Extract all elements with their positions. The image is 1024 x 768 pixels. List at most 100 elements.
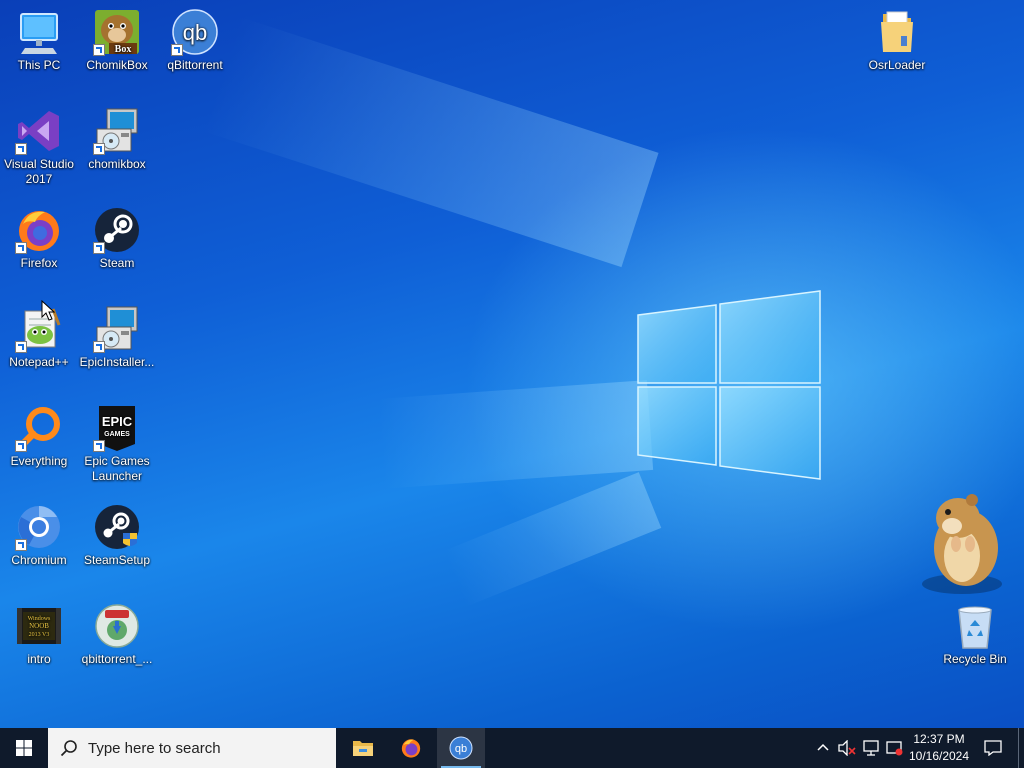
shortcut-arrow-icon bbox=[93, 143, 105, 155]
shortcut-arrow-icon bbox=[93, 440, 105, 452]
desktop-icon-qbittorrent[interactable]: qb qBittorrent bbox=[156, 8, 234, 73]
steam-icon bbox=[93, 206, 141, 254]
speaker-muted-icon bbox=[838, 740, 856, 756]
desktop-icon-chomikbox-installer[interactable]: chomikbox bbox=[78, 107, 156, 172]
firefox-icon bbox=[401, 739, 421, 758]
network-icon bbox=[863, 740, 879, 756]
shortcut-arrow-icon bbox=[93, 341, 105, 353]
shortcut-arrow-icon bbox=[15, 341, 27, 353]
shortcut-arrow-icon bbox=[93, 44, 105, 56]
icon-label: Chromium bbox=[11, 553, 67, 567]
desktop-icon-chomikbox[interactable]: Box ChomikBox bbox=[78, 8, 156, 73]
chevron-up-icon bbox=[817, 743, 829, 751]
svg-text:qb: qb bbox=[455, 743, 467, 755]
icon-label: Epic Games Launcher bbox=[84, 454, 150, 483]
svg-text:qb: qb bbox=[183, 20, 207, 45]
icon-label: This PC bbox=[17, 58, 61, 72]
icon-label: Everything bbox=[10, 454, 68, 468]
taskbar-app-file-explorer[interactable] bbox=[338, 728, 386, 768]
shortcut-arrow-icon bbox=[15, 539, 27, 551]
volume-button[interactable] bbox=[835, 728, 859, 768]
icon-label: Firefox bbox=[20, 256, 58, 270]
visual-studio-icon bbox=[15, 107, 63, 155]
icon-label: qbittorrent_... bbox=[81, 652, 153, 666]
taskbar-app-firefox[interactable] bbox=[387, 728, 435, 768]
icon-label: qBittorrent bbox=[167, 58, 223, 72]
desktop-icon-epic-games-launcher[interactable]: EPIC GAMES Epic Games Launcher bbox=[78, 404, 156, 484]
icon-label: Visual Studio 2017 bbox=[4, 157, 74, 186]
icon-label: intro bbox=[27, 652, 51, 666]
taskbar-app-qbittorrent[interactable]: qb bbox=[437, 728, 485, 768]
show-desktop-button[interactable] bbox=[1018, 728, 1024, 768]
icon-label: Recycle Bin bbox=[943, 652, 1007, 666]
desktop-icon-firefox[interactable]: Firefox bbox=[0, 206, 78, 271]
desktop-background[interactable]: This PC Visual Studio 2017 Firefox Notep… bbox=[0, 0, 1024, 728]
svg-text:Box: Box bbox=[115, 44, 132, 55]
svg-text:NOOB: NOOB bbox=[29, 622, 49, 630]
chromium-icon bbox=[15, 503, 63, 551]
start-button[interactable] bbox=[0, 728, 48, 768]
notepadpp-icon bbox=[15, 305, 63, 353]
desktop-icon-chromium[interactable]: Chromium bbox=[0, 503, 78, 568]
taskbar: Type here to search qb 12:37 PM 10/16/20… bbox=[0, 728, 1024, 768]
shortcut-arrow-icon bbox=[15, 143, 27, 155]
recycle-bin-icon bbox=[951, 602, 999, 650]
desktop-icon-everything[interactable]: Everything bbox=[0, 404, 78, 469]
epic-games-icon: EPIC GAMES bbox=[93, 404, 141, 452]
desktop-icon-this-pc[interactable]: This PC bbox=[0, 8, 78, 73]
icon-label: EpicInstaller... bbox=[79, 355, 155, 369]
firefox-icon bbox=[15, 206, 63, 254]
qbittorrent-icon: qb bbox=[171, 8, 219, 56]
desktop-icon-steam[interactable]: Steam bbox=[78, 206, 156, 271]
qbittorrent-icon: qb bbox=[449, 736, 473, 760]
desktop-icon-recycle-bin[interactable]: Recycle Bin bbox=[936, 602, 1014, 667]
everything-search-icon bbox=[15, 404, 63, 452]
search-icon bbox=[60, 740, 77, 757]
icon-label: ChomikBox bbox=[86, 58, 148, 72]
monitor-icon bbox=[15, 8, 63, 56]
notification-icon bbox=[984, 740, 1002, 756]
show-hidden-icons-button[interactable] bbox=[812, 728, 834, 768]
icon-label: chomikbox bbox=[88, 157, 146, 171]
notification-center-button[interactable] bbox=[978, 728, 1008, 768]
steam-setup-icon bbox=[93, 503, 141, 551]
taskbar-clock[interactable]: 12:37 PM 10/16/2024 bbox=[903, 731, 975, 765]
clock-time: 12:37 PM bbox=[913, 732, 965, 746]
wallpaper-beam bbox=[202, 16, 659, 268]
mouse-cursor-icon bbox=[41, 300, 55, 321]
icon-label: OsrLoader bbox=[868, 58, 926, 72]
desktop-icon-qbittorrent-installer[interactable]: qbittorrent_... bbox=[78, 602, 156, 667]
windows-wallpaper-logo bbox=[637, 290, 821, 480]
taskbar-search-box[interactable]: Type here to search bbox=[48, 728, 336, 768]
icon-label: SteamSetup bbox=[83, 553, 151, 567]
hamster-desktop-pet[interactable] bbox=[914, 488, 1006, 598]
svg-text:GAMES: GAMES bbox=[104, 431, 130, 438]
installer-icon bbox=[93, 107, 141, 155]
installer-icon bbox=[93, 305, 141, 353]
network-button[interactable] bbox=[860, 728, 884, 768]
desktop-icon-epic-installer[interactable]: EpicInstaller... bbox=[78, 305, 156, 370]
svg-text:2013 V3: 2013 V3 bbox=[29, 632, 50, 638]
shortcut-arrow-icon bbox=[93, 242, 105, 254]
windows-logo-icon bbox=[16, 740, 32, 756]
wallpaper-beam bbox=[444, 472, 662, 607]
installer-disc-icon bbox=[93, 602, 141, 650]
svg-text:EPIC: EPIC bbox=[102, 414, 133, 429]
desktop-icon-visual-studio[interactable]: Visual Studio 2017 bbox=[0, 107, 78, 187]
folder-icon bbox=[873, 8, 921, 56]
search-placeholder: Type here to search bbox=[88, 740, 221, 757]
shortcut-arrow-icon bbox=[171, 44, 183, 56]
hamster-icon bbox=[922, 494, 1002, 594]
clock-date: 10/16/2024 bbox=[908, 749, 970, 763]
desktop-icon-steamsetup[interactable]: SteamSetup bbox=[78, 503, 156, 568]
desktop-icon-osrloader[interactable]: OsrLoader bbox=[858, 8, 936, 73]
desktop-icon-notepadpp[interactable]: Notepad++ bbox=[0, 305, 78, 370]
wallpaper-beam bbox=[377, 380, 654, 489]
chomikbox-icon: Box bbox=[93, 8, 141, 56]
icon-label: Steam bbox=[99, 256, 135, 270]
security-alert-icon bbox=[886, 741, 903, 756]
desktop-icon-intro[interactable]: Windows NOOB 2013 V3 intro bbox=[0, 602, 78, 667]
shortcut-arrow-icon bbox=[15, 440, 27, 452]
icon-label: Notepad++ bbox=[9, 355, 69, 369]
video-file-icon: Windows NOOB 2013 V3 bbox=[15, 602, 63, 650]
